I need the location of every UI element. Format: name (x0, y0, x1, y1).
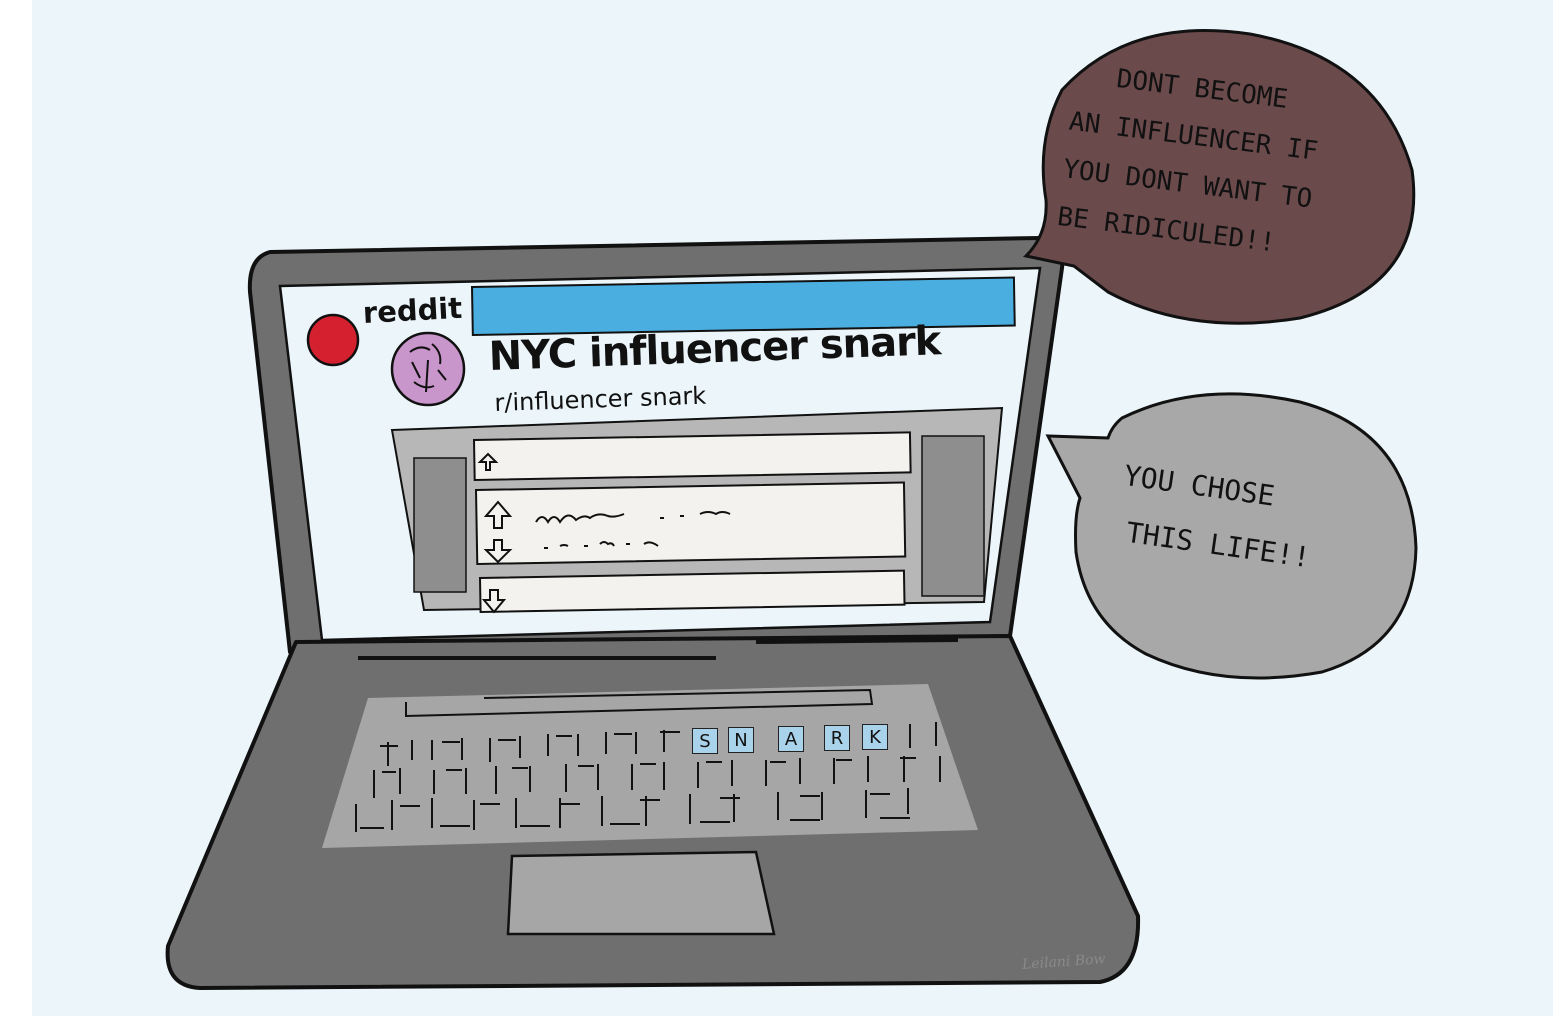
key-a[interactable]: A (778, 726, 804, 752)
reddit-logo-icon (306, 313, 360, 367)
keyboard-deck (322, 684, 978, 848)
key-k[interactable]: K (862, 724, 888, 750)
reddit-wordmark[interactable]: reddit (362, 291, 463, 330)
post-card-3[interactable] (478, 569, 906, 614)
key-n[interactable]: N (728, 727, 754, 753)
key-r[interactable]: R (824, 725, 850, 751)
feed-left-gutter (413, 457, 467, 593)
post-card-1[interactable] (472, 431, 912, 482)
feed-right-gutter (921, 435, 985, 597)
trackpad[interactable] (506, 850, 776, 936)
post-card-2[interactable] (474, 481, 907, 566)
key-s[interactable]: S (692, 728, 718, 754)
dark-bubble-text: Dont become an influencer if you dont wa… (1055, 50, 1327, 271)
laptop-illustration (32, 0, 1553, 1016)
